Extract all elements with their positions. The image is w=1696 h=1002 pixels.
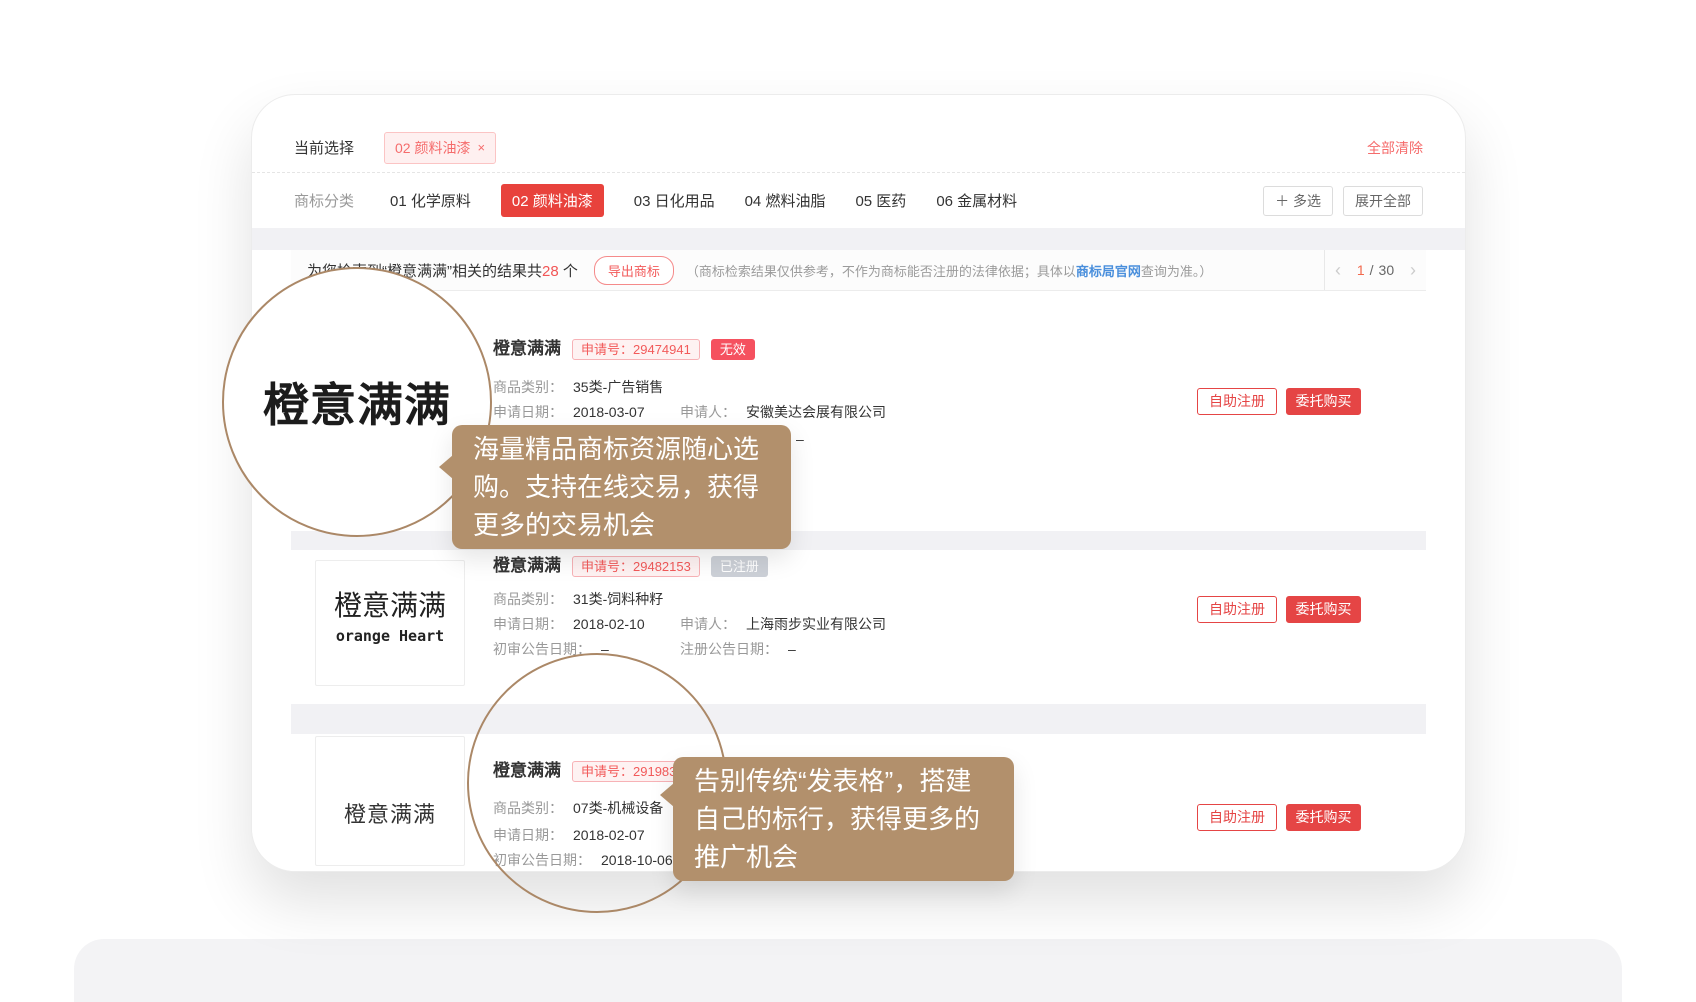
entrust-buy-button[interactable]: 委托购买 [1286, 388, 1361, 415]
category-value: 35类-广告销售 [573, 379, 663, 395]
reg-date-label: 注册公告日期： [680, 641, 778, 657]
category-item-05[interactable]: 05 医药 [855, 190, 906, 211]
disclaimer-text: （商标检索结果仅供参考，不作为商标能否注册的法律依据；具体以商标局官网查询为准。… [686, 261, 1213, 280]
apply-date-line: 申请日期：2018-03-07 申请人：安徽美达会展有限公司 [493, 400, 645, 424]
current-selection-label: 当前选择 [294, 137, 354, 158]
trademark-image[interactable]: 橙意满满 orange Heart [315, 560, 465, 686]
next-page-icon[interactable]: › [1410, 261, 1416, 279]
trademark-image[interactable]: 橙意满满 [315, 736, 465, 866]
applicant-value: 安徽美达会展有限公司 [746, 404, 886, 420]
entrust-buy-button[interactable]: 委托购买 [1286, 804, 1361, 831]
disclaimer-post: 查询为准。） [1141, 264, 1213, 279]
category-bar-label: 商标分类 [294, 190, 354, 211]
pagination: ‹ 1 / 30 › [1324, 250, 1426, 290]
apply-date-value: 2018-02-10 [573, 616, 645, 632]
category-item-06[interactable]: 06 金属材料 [936, 190, 1017, 211]
status-badge: 无效 [711, 339, 755, 360]
page: 当前选择 02 颜料油漆 × 全部清除 商标分类 01 化学原料 02 颜料油漆… [0, 0, 1696, 1002]
application-number-value: 29474941 [633, 342, 691, 357]
expand-all-button[interactable]: 展开全部 [1343, 186, 1423, 216]
category-label: 商品类别： [493, 591, 563, 607]
laptop-base [74, 939, 1622, 1002]
disclaimer-pre: （商标检索结果仅供参考，不作为商标能否注册的法律依据；具体以 [686, 264, 1076, 279]
selected-filter-tag[interactable]: 02 颜料油漆 × [384, 132, 496, 164]
trademark-name[interactable]: 橙意满满 [493, 554, 561, 578]
results-count-suffix: 个 [559, 263, 578, 280]
application-number-label: 申请号： [581, 559, 633, 574]
application-number-badge: 申请号：29474941 [572, 339, 700, 360]
trademark-title-line: 橙意满满 申请号：29482153 已注册 [493, 554, 768, 578]
category-bar: 商标分类 01 化学原料 02 颜料油漆 03 日化用品 04 燃料油脂 05 … [252, 173, 1465, 228]
applicant-col: 申请人： 安徽美达会展有限公司 [680, 400, 886, 424]
entrust-buy-button[interactable]: 委托购买 [1286, 596, 1361, 623]
trademark-name[interactable]: 橙意满满 [493, 337, 561, 361]
export-trademarks-button[interactable]: 导出商标 [594, 256, 674, 285]
current-selection-bar: 当前选择 02 颜料油漆 × 全部清除 [252, 95, 1465, 173]
multi-select-button[interactable]: ＋ 多选 [1263, 186, 1333, 216]
status-badge: 已注册 [711, 556, 768, 577]
results-header: 为您检索到“橙意满满”相关的结果共28 个 导出商标 （商标检索结果仅供参考，不… [291, 250, 1426, 291]
row-gap [291, 704, 1426, 734]
applicant-col: 申请人： 上海雨步实业有限公司 [680, 612, 886, 636]
applicant-label: 申请人： [680, 616, 736, 632]
application-number-badge: 申请号：29482153 [572, 556, 700, 577]
self-register-button[interactable]: 自助注册 [1197, 596, 1277, 623]
clear-all-button[interactable]: 全部清除 [1367, 138, 1423, 158]
page-divider: / [1370, 262, 1374, 278]
trademark-image-text: 橙意满满 [344, 797, 436, 829]
apply-date-line: 申请日期：2018-02-10 申请人：上海雨步实业有限公司 [493, 612, 645, 636]
category-line: 商品类别： 35类-广告销售 [493, 375, 663, 399]
current-page: 1 [1357, 262, 1365, 278]
category-item-03[interactable]: 03 日化用品 [634, 190, 715, 211]
magnified-trademark-text: 橙意满满 [263, 369, 451, 435]
applicant-label: 申请人： [680, 404, 736, 420]
category-line: 商品类别： 31类-饲料种籽 [493, 587, 663, 611]
category-item-04[interactable]: 04 燃料油脂 [745, 190, 826, 211]
trademark-title-line: 橙意满满 申请号：29474941 无效 [493, 337, 755, 361]
apply-date-label: 申请日期： [493, 404, 563, 420]
remove-tag-icon[interactable]: × [477, 140, 485, 155]
selected-filter-tag-label: 02 颜料油漆 [395, 138, 470, 158]
prev-page-icon[interactable]: ‹ [1335, 261, 1341, 279]
reg-date-value: – [796, 431, 804, 447]
trademark-office-link[interactable]: 商标局官网 [1076, 264, 1141, 279]
category-actions: ＋ 多选 展开全部 [1263, 186, 1423, 216]
page-indicator: 1 / 30 [1357, 262, 1394, 278]
total-pages: 30 [1379, 262, 1395, 278]
category-item-01[interactable]: 01 化学原料 [390, 190, 471, 211]
reg-date-value: – [788, 641, 796, 657]
callout-buy-resources: 海量精品商标资源随心选购。支持在线交易，获得更多的交易机会 [452, 425, 791, 549]
trademark-row-2: 橙意满满 orange Heart 橙意满满 申请号：29482153 已注册 … [291, 550, 1426, 704]
applicant-value: 上海雨步实业有限公司 [746, 616, 886, 632]
reg-date-col: 注册公告日期：– [680, 637, 796, 661]
category-item-02-selected[interactable]: 02 颜料油漆 [501, 184, 604, 217]
callout-build-shop: 告别传统“发表格”，搭建自己的标行，获得更多的推广机会 [673, 757, 1014, 881]
trademark-image-text: 橙意满满 [334, 584, 446, 624]
apply-date-value: 2018-03-07 [573, 404, 645, 420]
category-value: 31类-饲料种籽 [573, 591, 663, 607]
application-number-label: 申请号： [581, 342, 633, 357]
results-count-number: 28 [542, 263, 559, 280]
category-label: 商品类别： [493, 379, 563, 395]
trademark-image-subtext: orange Heart [336, 627, 444, 645]
self-register-button[interactable]: 自助注册 [1197, 804, 1277, 831]
application-number-value: 29482153 [633, 559, 691, 574]
separator-band [252, 228, 1465, 250]
self-register-button[interactable]: 自助注册 [1197, 388, 1277, 415]
apply-date-label: 申请日期： [493, 616, 563, 632]
